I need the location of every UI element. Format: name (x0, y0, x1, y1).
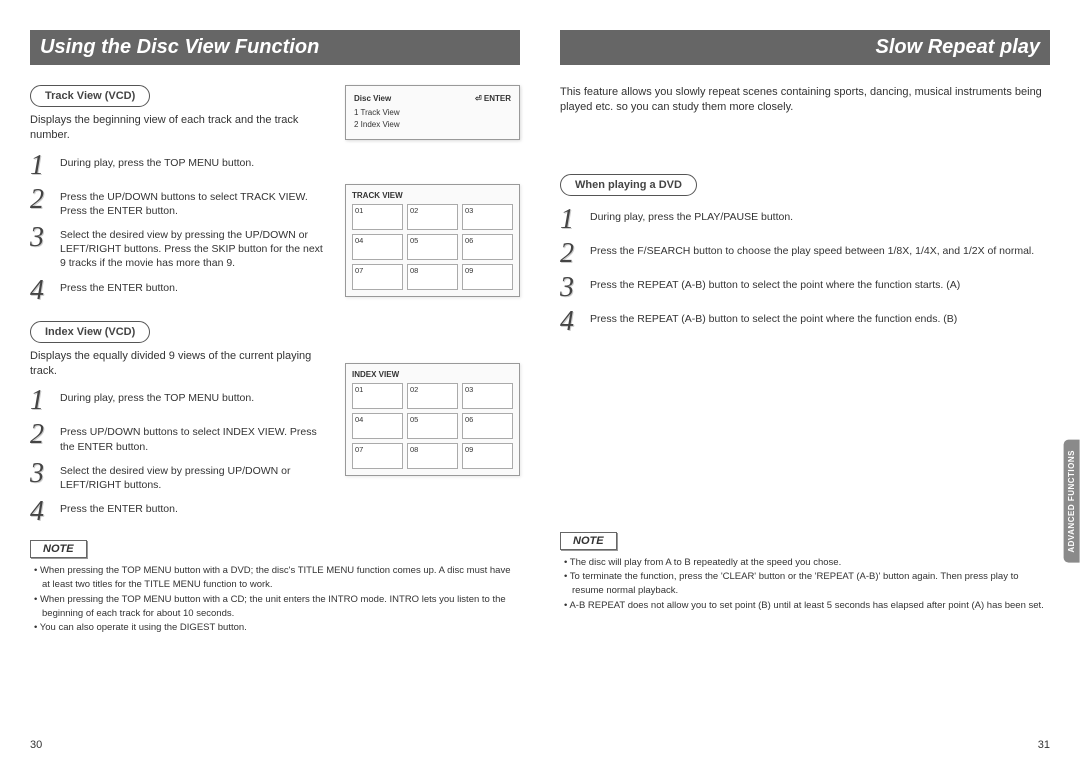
left-page: Using the Disc View Function Track View … (30, 30, 520, 635)
desc-index-view: Displays the equally divided 9 views of … (30, 349, 329, 380)
page-title-left: Using the Disc View Function (30, 30, 520, 65)
osd-item: 1 Track View (354, 107, 511, 119)
step: 3Select the desired view by pressing the… (30, 224, 329, 271)
step: 4Press the REPEAT (A-B) button to select… (560, 308, 1050, 336)
step: 1During play, press the TOP MENU button. (30, 152, 329, 180)
page-number-left: 30 (30, 739, 42, 751)
right-page: Slow Repeat play This feature allows you… (560, 30, 1050, 635)
note-label-right: NOTE (560, 532, 617, 550)
osd-item: 2 Index View (354, 119, 511, 131)
notes-right: • The disc will play from A to B repeate… (560, 556, 1050, 613)
step: 2Press the UP/DOWN buttons to select TRA… (30, 186, 329, 218)
page-title-right: Slow Repeat play (560, 30, 1050, 65)
notes-left: • When pressing the TOP MENU button with… (30, 564, 520, 635)
step: 1During play, press the TOP MENU button. (30, 387, 329, 415)
osd-disc-view: Disc View ⏎ ENTER 1 Track View 2 Index V… (345, 85, 520, 140)
page-number-right: 31 (1038, 739, 1050, 751)
step: 4Press the ENTER button. (30, 277, 329, 305)
step: 3Press the REPEAT (A-B) button to select… (560, 274, 1050, 302)
heading-index-view: Index View (VCD) (30, 321, 150, 343)
step: 3Select the desired view by pressing UP/… (30, 460, 329, 492)
heading-track-view: Track View (VCD) (30, 85, 150, 107)
desc-track-view: Displays the beginning view of each trac… (30, 113, 329, 144)
enter-icon: ⏎ ENTER (475, 94, 511, 103)
track-view-grid: TRACK VIEW 01 02 03 04 05 06 07 08 09 (345, 184, 520, 297)
intro-right: This feature allows you slowly repeat sc… (560, 85, 1050, 116)
step: 2Press the F/SEARCH button to choose the… (560, 240, 1050, 268)
note-label-left: NOTE (30, 540, 87, 558)
step: 1During play, press the PLAY/PAUSE butto… (560, 206, 1050, 234)
side-tab-advanced: ADVANCED FUNCTIONS (1064, 440, 1080, 563)
index-view-grid: INDEX VIEW 01 02 03 04 05 06 07 08 09 (345, 363, 520, 476)
step: 4Press the ENTER button. (30, 498, 329, 526)
heading-playing-dvd: When playing a DVD (560, 174, 697, 196)
step: 2Press UP/DOWN buttons to select INDEX V… (30, 421, 329, 453)
osd-title: Disc View (354, 94, 391, 103)
